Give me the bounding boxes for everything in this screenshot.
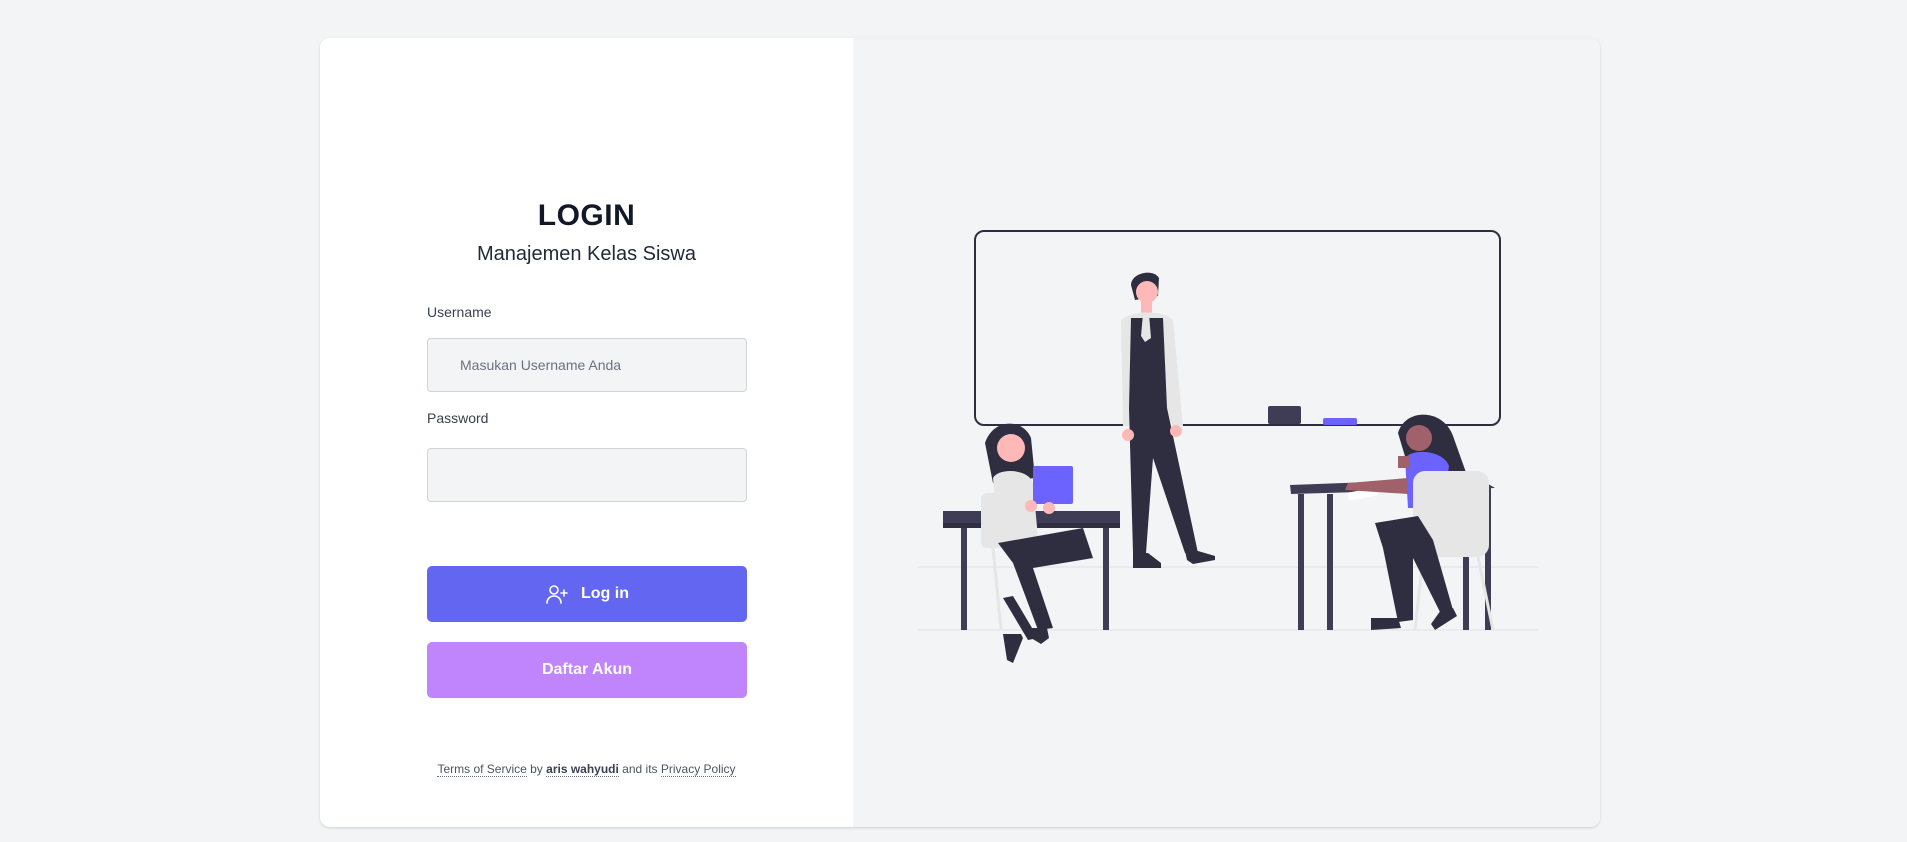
login-button[interactable]: Log in bbox=[427, 566, 747, 622]
login-card: LOGIN Manajemen Kelas Siswa Username Pas… bbox=[320, 38, 1600, 827]
terms-link[interactable]: Terms of Service bbox=[437, 762, 527, 777]
user-plus-icon bbox=[545, 582, 569, 606]
footer-and-its: and its bbox=[618, 762, 661, 776]
classroom-illustration bbox=[918, 230, 1538, 663]
author-link[interactable]: aris wahyudi bbox=[546, 762, 619, 777]
footer-by: by bbox=[526, 762, 547, 776]
page-title: LOGIN bbox=[537, 199, 636, 232]
login-panel: LOGIN Manajemen Kelas Siswa Username Pas… bbox=[320, 38, 853, 827]
footer-text: Terms of Service by aris wahyudi and its… bbox=[320, 762, 853, 777]
password-label: Password bbox=[427, 410, 489, 426]
privacy-link[interactable]: Privacy Policy bbox=[660, 762, 736, 777]
password-input[interactable] bbox=[427, 448, 747, 502]
page-subtitle: Manajemen Kelas Siswa bbox=[477, 243, 696, 265]
illustration-panel bbox=[853, 38, 1600, 827]
register-button[interactable]: Daftar Akun bbox=[427, 642, 747, 698]
username-input[interactable] bbox=[427, 338, 747, 392]
login-button-label: Log in bbox=[581, 585, 629, 602]
register-button-label: Daftar Akun bbox=[541, 661, 633, 678]
username-label: Username bbox=[427, 304, 492, 320]
